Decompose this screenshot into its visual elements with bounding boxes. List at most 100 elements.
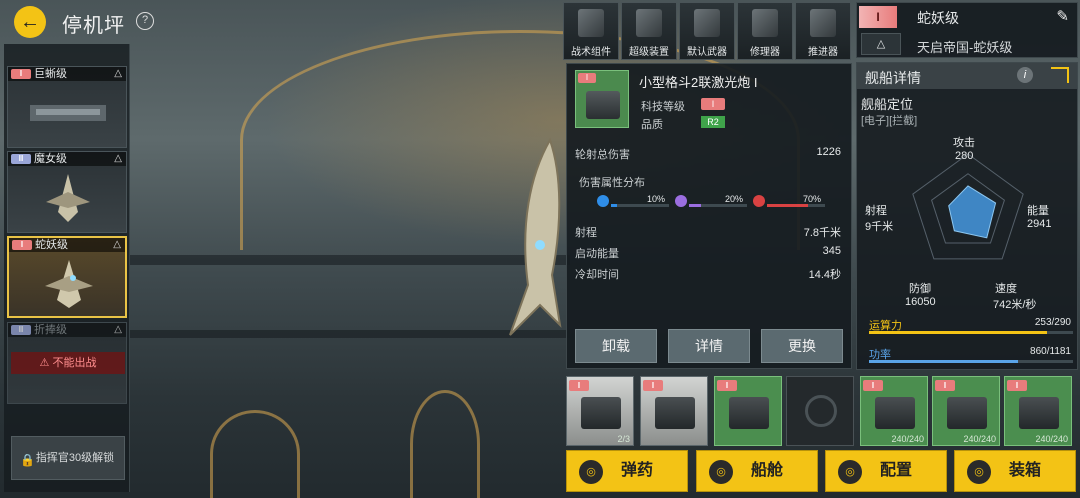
damage-share-fill bbox=[689, 204, 701, 207]
module-thruster[interactable]: 推进器 bbox=[795, 2, 851, 60]
weapon-info-panel: I 小型格斗2联激光炮 I 科技等级 I 品质 R2 轮射总伤害 1226 伤害… bbox=[566, 63, 852, 369]
equipment-slot[interactable]: I bbox=[714, 376, 782, 446]
empty-slot-icon bbox=[805, 395, 837, 427]
ammo-button[interactable]: ◎ 弹药 bbox=[566, 450, 688, 492]
ship-card-serpent[interactable]: I 蛇妖级 △ bbox=[7, 236, 127, 318]
rank-badge: I bbox=[643, 380, 663, 391]
crate-icon: ◎ bbox=[967, 460, 991, 484]
rank-badge: I bbox=[12, 240, 32, 250]
replace-button[interactable]: 更换 bbox=[761, 329, 843, 363]
page-title: 停机坪 bbox=[62, 15, 125, 37]
ship-thumbnail bbox=[46, 174, 90, 222]
total-damage-label: 轮射总伤害 bbox=[575, 149, 630, 161]
rank-badge: I bbox=[1007, 380, 1027, 391]
tactical-component-icon bbox=[578, 9, 604, 37]
config-button[interactable]: ◎ 配置 bbox=[825, 450, 947, 492]
quality-badge: R2 bbox=[701, 116, 725, 128]
super-device-icon bbox=[636, 9, 662, 37]
details-button[interactable]: 详情 bbox=[668, 329, 750, 363]
power-bar bbox=[869, 360, 1073, 363]
cooldown-value: 14.4秒 bbox=[808, 269, 841, 281]
equipment-icon bbox=[947, 397, 987, 429]
defense-value: 16050 bbox=[905, 296, 936, 308]
range-stat-value: 9千米 bbox=[865, 221, 894, 233]
damage-share-fill bbox=[767, 204, 808, 207]
default-weapon-icon bbox=[694, 9, 720, 37]
back-arrow-icon[interactable]: ← bbox=[14, 6, 46, 38]
position-tags: [电子][拦截] bbox=[861, 115, 918, 127]
energy-value: 345 bbox=[822, 245, 841, 257]
module-super-device[interactable]: 超级装置 bbox=[621, 2, 677, 60]
expand-icon[interactable] bbox=[1051, 67, 1069, 83]
rank-badge: II bbox=[11, 154, 31, 164]
compute-value: 253/290 bbox=[1034, 317, 1071, 328]
damage-share-value: 20% bbox=[725, 194, 744, 204]
slot-count: 240/240 bbox=[891, 434, 924, 444]
tech-level-label: 科技等级 bbox=[641, 101, 685, 113]
ship-title: 蛇妖级 bbox=[917, 10, 959, 26]
energy-stat-value: 2941 bbox=[1027, 218, 1052, 230]
power-bar-fill bbox=[869, 360, 1018, 363]
ship-card-header: I 蛇妖级 △ bbox=[9, 238, 125, 252]
module-tactical-component[interactable]: 战术组件 bbox=[563, 2, 619, 60]
damage-share-bar bbox=[611, 204, 669, 207]
repairer-icon bbox=[752, 9, 778, 37]
rank-badge: I bbox=[569, 380, 589, 391]
tech-level-badge: I bbox=[701, 98, 725, 110]
chevron-up-icon[interactable]: △ bbox=[114, 67, 122, 81]
ship-faction: 天启帝国-蛇妖级 bbox=[917, 40, 1013, 55]
ship-card-header: II 折捧级 △ bbox=[8, 323, 126, 337]
position-label: 舰船定位 bbox=[861, 97, 914, 112]
weapon-thumbnail: I bbox=[575, 70, 629, 128]
ship-name: 折捧级 bbox=[34, 324, 67, 336]
equipment-icon bbox=[729, 397, 769, 429]
help-icon[interactable]: ? bbox=[136, 12, 154, 30]
collapse-icon[interactable]: △ bbox=[861, 33, 901, 55]
rank-badge: I bbox=[717, 380, 737, 391]
cooldown-label: 冷却时间 bbox=[575, 269, 619, 281]
range-label: 射程 bbox=[575, 227, 597, 239]
damage-type-icon bbox=[675, 195, 687, 207]
hangar-door bbox=[210, 410, 300, 498]
cabin-button[interactable]: ◎ 船舱 bbox=[696, 450, 818, 492]
damage-share-value: 10% bbox=[647, 194, 666, 204]
damage-share-bar bbox=[689, 204, 747, 207]
chevron-up-icon[interactable]: △ bbox=[114, 323, 122, 337]
hangar-door bbox=[410, 390, 480, 498]
rank-badge: I bbox=[11, 69, 31, 79]
compute-bar-fill bbox=[869, 331, 1047, 334]
equipment-slot[interactable]: I 240/240 bbox=[860, 376, 928, 446]
equipment-slot[interactable] bbox=[786, 376, 854, 446]
info-icon[interactable]: i bbox=[1017, 67, 1033, 83]
attack-value: 280 bbox=[955, 150, 974, 162]
config-icon: ◎ bbox=[838, 460, 862, 484]
ship-rank-badge: I bbox=[859, 6, 897, 28]
chevron-up-icon[interactable]: △ bbox=[113, 238, 121, 252]
ship-thumbnail bbox=[30, 105, 106, 121]
unload-button[interactable]: 卸载 bbox=[575, 329, 657, 363]
equipment-icon bbox=[1019, 397, 1059, 429]
module-repairer[interactable]: 修理器 bbox=[737, 2, 793, 60]
equipment-slot[interactable]: I 2/3 bbox=[566, 376, 634, 446]
ship-name: 魔女级 bbox=[34, 153, 67, 165]
equipment-slot[interactable]: I 240/240 bbox=[1004, 376, 1072, 446]
ship-card-giant-lizard[interactable]: I 巨蜥级 △ bbox=[7, 66, 127, 148]
damage-distribution-label: 伤害属性分布 bbox=[579, 177, 645, 189]
edit-icon[interactable]: ✎ bbox=[1056, 7, 1069, 25]
chevron-up-icon[interactable]: △ bbox=[114, 152, 122, 166]
ship-card-witch[interactable]: II 魔女级 △ bbox=[7, 151, 127, 233]
ship-list-sidebar: I 巨蜥级 △ II 魔女级 △ I 蛇妖级 △ II 折捧级 △ ⚠ 不能出战 🔒 指挥官30级… bbox=[4, 44, 130, 492]
crate-button[interactable]: ◎ 装箱 bbox=[954, 450, 1076, 492]
action-label: 船舱 bbox=[750, 462, 783, 479]
warning-icon: ⚠ bbox=[39, 357, 53, 369]
slot-count: 2/3 bbox=[617, 434, 630, 444]
rank-badge: I bbox=[935, 380, 955, 391]
unlock-slot[interactable]: 🔒 指挥官30级解锁 bbox=[11, 436, 125, 480]
equipment-slot[interactable]: I 240/240 bbox=[932, 376, 1000, 446]
damage-share-value: 70% bbox=[803, 194, 822, 204]
ship-thumbnail bbox=[45, 260, 93, 308]
weapon-name: 小型格斗2联激光炮 I bbox=[639, 75, 758, 90]
module-default-weapon[interactable]: 默认武器 bbox=[679, 2, 735, 60]
equipment-slot[interactable]: I bbox=[640, 376, 708, 446]
rank-badge: I bbox=[578, 73, 596, 83]
